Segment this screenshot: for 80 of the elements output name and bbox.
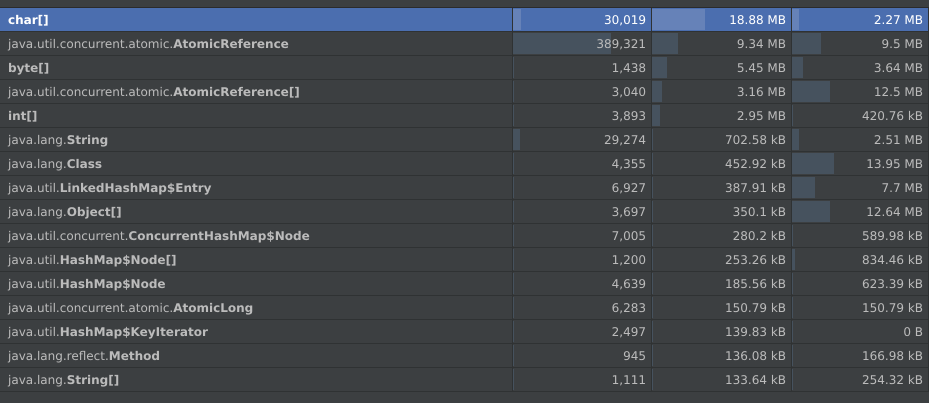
table-cell: 1,438: [612, 60, 646, 74]
table-cell: 133.64 kB: [725, 372, 786, 386]
table-cell: 452.92 kB: [725, 156, 786, 170]
class-name: java.util.concurrent.atomic.AtomicReference: [8, 36, 289, 50]
class-name: java.util.concurrent.atomic.AtomicReference[]: [8, 84, 300, 98]
table-cell: 2,497: [612, 324, 646, 338]
table-cell: 7.7 MB: [882, 180, 923, 194]
table-row[interactable]: java.util.HashMap$Node 4,639 185.56 kB 623.39 kB: [0, 272, 929, 296]
table-cell: 12.64 MB: [866, 204, 923, 218]
table-cell: 4,355: [612, 156, 646, 170]
class-name: java.util.concurrent.atomic.AtomicLong: [8, 300, 254, 314]
table-cell: 3,697: [612, 204, 646, 218]
table-row[interactable]: java.lang.String 29,274 702.58 kB 2.51 MB: [0, 128, 929, 152]
class-name: java.lang.String: [8, 132, 108, 146]
table-cell: 9.34 MB: [736, 36, 786, 50]
class-name: java.lang.Class: [8, 156, 102, 170]
table-cell: 18.88 MB: [729, 12, 786, 26]
table-cell: 29,274: [604, 132, 646, 146]
table-cell: 150.79 kB: [725, 300, 786, 314]
class-name: java.lang.Object[]: [8, 204, 122, 218]
table-cell: 253.26 kB: [725, 252, 786, 266]
table-row[interactable]: byte[] 1,438 5.45 MB 3.64 MB: [0, 56, 929, 80]
table-cell: 3,893: [612, 108, 646, 122]
table-cell: 1,111: [612, 372, 646, 386]
table-cell: 2.27 MB: [874, 12, 923, 26]
table-cell: 139.83 kB: [725, 324, 786, 338]
table-cell: 9.5 MB: [882, 36, 923, 50]
class-name: java.util.HashMap$Node[]: [8, 252, 177, 266]
table-cell: 150.79 kB: [862, 300, 923, 314]
class-name: java.util.HashMap$KeyIterator: [8, 324, 208, 338]
class-name: java.util.HashMap$Node: [8, 276, 166, 290]
table-cell: 4,639: [612, 276, 646, 290]
table-row[interactable]: java.lang.reflect.Method 945 136.08 kB 166.98 kB: [0, 344, 929, 368]
table-cell: 13.95 MB: [866, 156, 923, 170]
table-cell: 3.64 MB: [874, 60, 923, 74]
table-cell: 2.95 MB: [736, 108, 786, 122]
table-cell: 30,019: [604, 12, 646, 26]
table-cell: 834.46 kB: [862, 252, 923, 266]
table-cell: 136.08 kB: [725, 348, 786, 362]
table-cell: 1,200: [612, 252, 646, 266]
class-name: java.lang.reflect.Method: [8, 348, 160, 362]
table-row[interactable]: java.lang.Object[] 3,697 350.1 kB 12.64 MB: [0, 200, 929, 224]
table-cell: 7,005: [612, 228, 646, 242]
table-cell: 387.91 kB: [725, 180, 786, 194]
table-cell: 623.39 kB: [862, 276, 923, 290]
table-cell: 945: [623, 348, 646, 362]
table-cell: 702.58 kB: [725, 132, 786, 146]
table-cell: 280.2 kB: [732, 228, 786, 242]
table-cell: 0 B: [903, 324, 923, 338]
table-cell: 3.16 MB: [736, 84, 786, 98]
table-row[interactable]: java.util.HashMap$Node[] 1,200 253.26 kB 834.46 kB: [0, 248, 929, 272]
table-row[interactable]: java.lang.String[] 1,111 133.64 kB 254.32 kB: [0, 368, 929, 392]
table-row[interactable]: java.util.concurrent.ConcurrentHashMap$Node 7,005 280.2 kB 589.98 kB: [0, 224, 929, 248]
class-name: byte[]: [8, 60, 50, 74]
table-row[interactable]: char[] 30,019 18.88 MB 2.27 MB: [0, 8, 929, 32]
table-cell: 5.45 MB: [736, 60, 786, 74]
table-cell: 420.76 kB: [862, 108, 923, 122]
class-name: java.util.concurrent.ConcurrentHashMap$Node: [8, 228, 310, 242]
table-cell: 12.5 MB: [874, 84, 923, 98]
table-row[interactable]: java.lang.Class 4,355 452.92 kB 13.95 MB: [0, 152, 929, 176]
table-cell: 3,040: [612, 84, 646, 98]
table-cell: 6,927: [612, 180, 646, 194]
table-cell: 185.56 kB: [725, 276, 786, 290]
table-cell: 350.1 kB: [732, 204, 786, 218]
table-row[interactable]: java.util.HashMap$KeyIterator 2,497 139.83 kB 0 B: [0, 320, 929, 344]
class-name: char[]: [8, 12, 49, 26]
class-name: java.lang.String[]: [8, 372, 120, 386]
table-cell: 389,321: [596, 36, 646, 50]
table-row[interactable]: java.util.concurrent.atomic.AtomicReference[] 3,040 3.16 MB 12.5 MB: [0, 80, 929, 104]
table-row[interactable]: java.util.concurrent.atomic.AtomicLong 6,283 150.79 kB 150.79 kB: [0, 296, 929, 320]
class-name: java.util.LinkedHashMap$Entry: [8, 180, 212, 194]
table-cell: 6,283: [612, 300, 646, 314]
table-row[interactable]: java.util.LinkedHashMap$Entry 6,927 387.91 kB 7.7 MB: [0, 176, 929, 200]
table-row[interactable]: java.util.concurrent.atomic.AtomicReference 389,321 9.34 MB 9.5 MB: [0, 32, 929, 56]
table-row[interactable]: int[] 3,893 2.95 MB 420.76 kB: [0, 104, 929, 128]
class-name: int[]: [8, 108, 38, 122]
table-cell: 166.98 kB: [862, 348, 923, 362]
table-cell: 2.51 MB: [874, 132, 923, 146]
table-cell: 589.98 kB: [862, 228, 923, 242]
table-cell: 254.32 kB: [862, 372, 923, 386]
